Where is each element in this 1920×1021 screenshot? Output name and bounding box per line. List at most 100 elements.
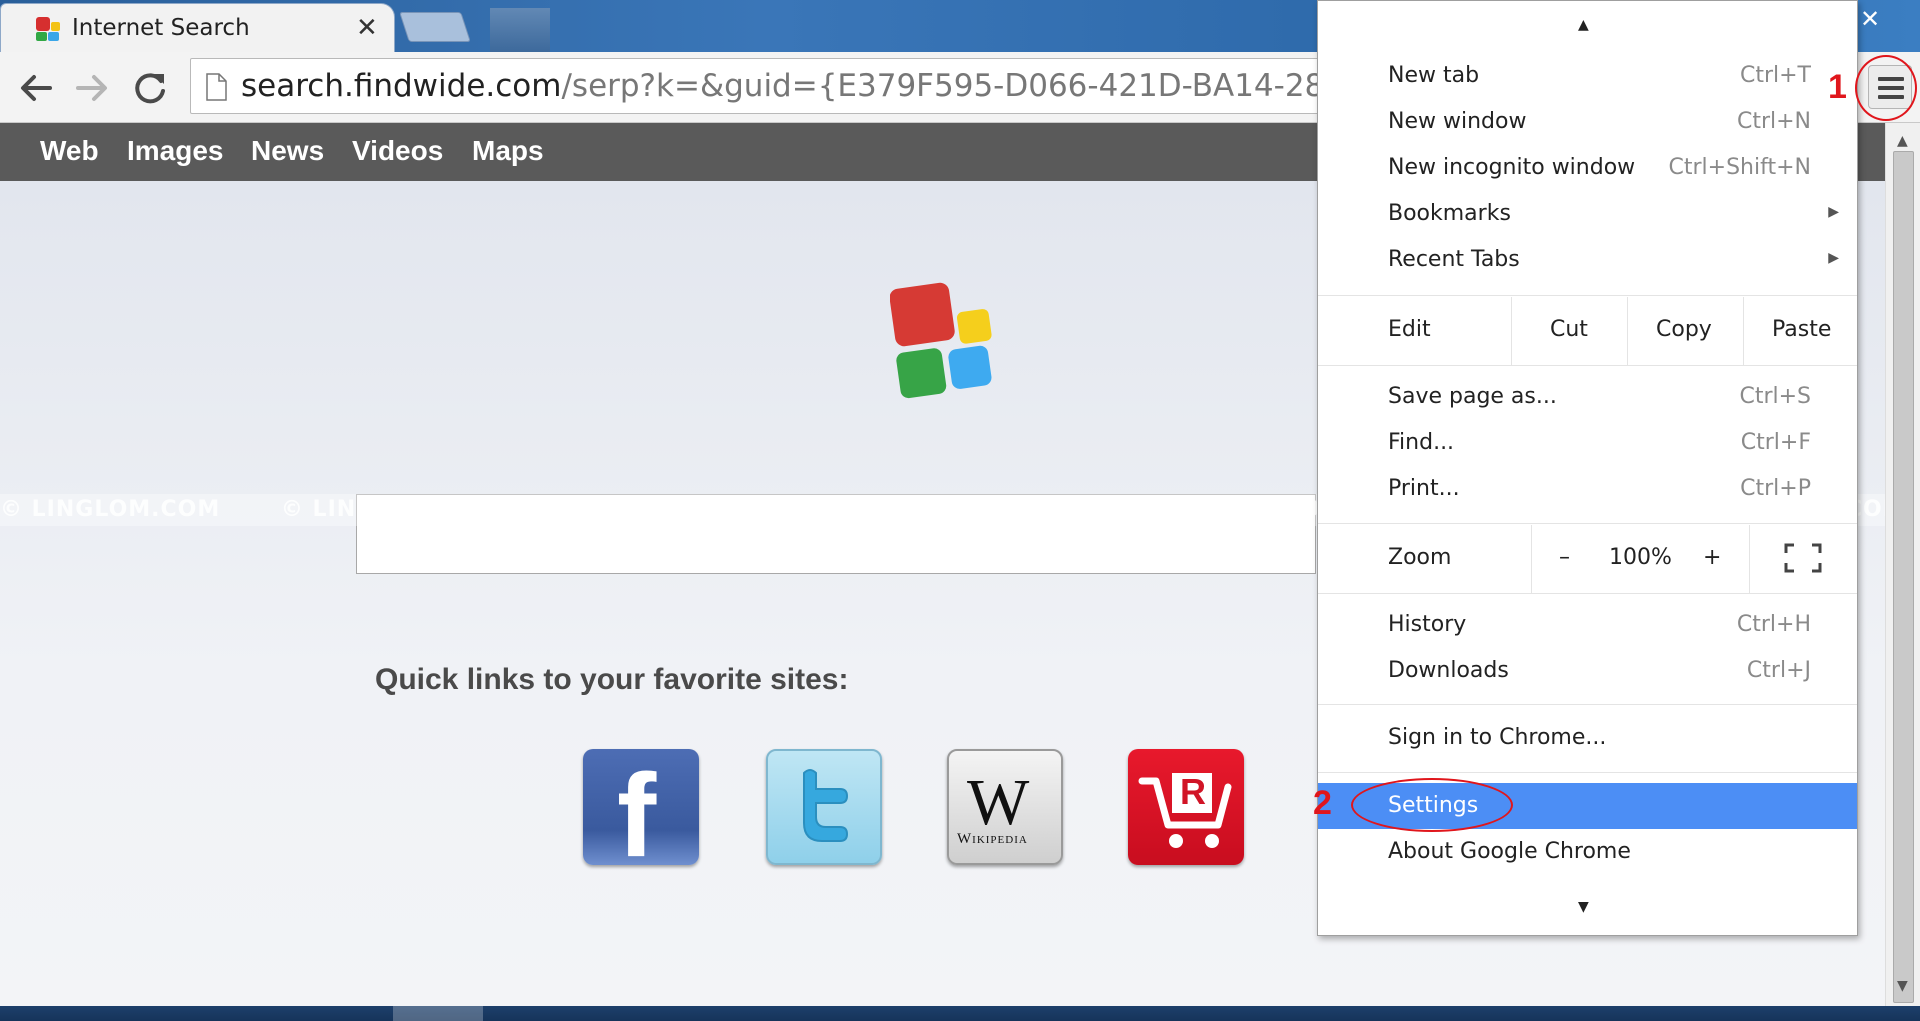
menu-cell-divider [1749, 525, 1750, 593]
taskbar [0, 1006, 1920, 1021]
site-logo [890, 282, 992, 399]
twitter-icon [803, 769, 849, 842]
submenu-arrow-icon: ▶ [1828, 250, 1839, 266]
menu-label: New window [1388, 109, 1527, 134]
forward-icon[interactable] [70, 66, 114, 110]
scroll-thumb[interactable] [1893, 151, 1914, 1003]
scroll-up-icon[interactable]: ▲ [1897, 133, 1908, 149]
facebook-link[interactable]: f [583, 749, 699, 865]
menu-shortcut: Ctrl+T [1739, 63, 1811, 88]
menu-separator [1318, 523, 1857, 524]
menu-separator [1318, 593, 1857, 594]
menu-cell-divider [1531, 525, 1532, 593]
wikipedia-caption: Wikipedia [957, 831, 1028, 847]
zoom-out-button[interactable]: – [1559, 545, 1570, 570]
annotation-step-1: 1 [1828, 68, 1847, 106]
url-text: search.findwide.com/serp?k=&guid={E379F5… [241, 68, 1445, 104]
twitter-link[interactable] [766, 749, 882, 865]
menu-cell-divider [1743, 297, 1744, 365]
facebook-icon: f [617, 750, 657, 865]
menu-new-incognito[interactable]: New incognito window Ctrl+Shift+N [1318, 145, 1857, 191]
menu-shortcut: Ctrl+J [1746, 658, 1811, 683]
nav-maps[interactable]: Maps [472, 135, 544, 167]
annotation-step-2: 2 [1313, 784, 1332, 822]
menu-scroll-up-icon[interactable]: ▲ [1578, 17, 1589, 33]
watermark-text: © LINGLOM.COM [842, 497, 1063, 522]
page-icon [206, 73, 227, 101]
menu-shortcut: Ctrl+H [1736, 612, 1811, 637]
tab-close-icon[interactable]: ✕ [356, 13, 378, 43]
watermark-text: © LINGLOM.COM [0, 497, 221, 522]
quick-links-title: Quick links to your favorite sites: [375, 663, 849, 696]
menu-shortcut: Ctrl+Shift+N [1668, 155, 1811, 180]
menu-print[interactable]: Print... Ctrl+P [1318, 466, 1857, 512]
back-icon[interactable] [14, 66, 58, 110]
shopping-link[interactable]: R [1128, 749, 1244, 865]
menu-label: Bookmarks [1388, 201, 1511, 226]
menu-separator [1318, 365, 1857, 366]
menu-label: Downloads [1388, 658, 1509, 683]
scroll-down-icon[interactable]: ▼ [1897, 978, 1908, 994]
menu-cell-divider [1511, 297, 1512, 365]
menu-about-chrome[interactable]: About Google Chrome [1318, 829, 1857, 875]
copy-button[interactable]: Copy [1656, 317, 1712, 342]
menu-label: Sign in to Chrome... [1388, 725, 1607, 750]
menu-edit-label: Edit [1388, 317, 1431, 342]
menu-scroll-down-icon[interactable]: ▼ [1578, 899, 1589, 915]
menu-downloads[interactable]: Downloads Ctrl+J [1318, 648, 1857, 694]
browser-tab[interactable]: Internet Search ✕ [0, 3, 395, 52]
menu-sign-in[interactable]: Sign in to Chrome... [1318, 715, 1857, 761]
menu-history[interactable]: History Ctrl+H [1318, 602, 1857, 648]
nav-videos[interactable]: Videos [352, 135, 443, 167]
tab-title: Internet Search [72, 15, 250, 41]
shop-logo-letter: R [1180, 771, 1206, 812]
page-scrollbar[interactable]: ▲ ▼ [1885, 123, 1920, 1006]
watermark-text: © LINGLOM.COM [280, 497, 502, 522]
address-bar[interactable]: search.findwide.com/serp?k=&guid={E379F5… [190, 58, 1445, 114]
menu-label: History [1388, 612, 1467, 637]
new-tab-button[interactable] [399, 12, 471, 42]
menu-shortcut: Ctrl+F [1740, 430, 1811, 455]
menu-label: New incognito window [1388, 155, 1636, 180]
menu-zoom-row: Zoom – 100% + [1318, 525, 1857, 593]
menu-separator [1318, 772, 1857, 773]
taskbar-chrome-item[interactable] [393, 1006, 483, 1021]
wikipedia-link[interactable]: W Wikipedia [947, 749, 1063, 865]
menu-cell-divider [1627, 297, 1628, 365]
nav-news[interactable]: News [251, 135, 324, 167]
menu-save-page[interactable]: Save page as... Ctrl+S [1318, 374, 1857, 420]
menu-new-tab[interactable]: New tab Ctrl+T [1318, 53, 1857, 99]
annotation-circle-settings [1351, 778, 1513, 832]
watermark-text: © LINGLOM.COM [561, 497, 783, 522]
fullscreen-icon[interactable] [1784, 543, 1822, 573]
menu-edit-row: Edit Cut Copy Paste [1318, 297, 1857, 365]
menu-new-window[interactable]: New window Ctrl+N [1318, 99, 1857, 145]
menu-bookmarks[interactable]: Bookmarks ▶ [1318, 191, 1857, 237]
menu-label: Find... [1388, 430, 1455, 455]
menu-find[interactable]: Find... Ctrl+F [1318, 420, 1857, 466]
menu-label: New tab [1388, 63, 1480, 88]
menu-separator [1318, 704, 1857, 705]
cut-button[interactable]: Cut [1550, 317, 1588, 342]
reload-icon[interactable] [128, 66, 172, 110]
menu-shortcut: Ctrl+N [1736, 109, 1811, 134]
menu-label: Save page as... [1388, 384, 1557, 409]
url-path: /serp?k=&guid={E379F595-D066-421D-BA14-2… [561, 68, 1445, 104]
nav-web[interactable]: Web [40, 135, 99, 167]
menu-label: Recent Tabs [1388, 247, 1520, 272]
wikipedia-icon: W [967, 766, 1030, 839]
zoom-level: 100% [1609, 545, 1672, 570]
menu-shortcut: Ctrl+S [1739, 384, 1811, 409]
menu-label: About Google Chrome [1388, 839, 1631, 864]
watermark-text: © LINGLOM.COM [1123, 497, 1344, 522]
zoom-in-button[interactable]: + [1703, 545, 1721, 570]
menu-separator [1318, 295, 1857, 296]
menu-recent-tabs[interactable]: Recent Tabs ▶ [1318, 237, 1857, 283]
menu-zoom-label: Zoom [1388, 545, 1452, 570]
desktop-background [490, 8, 550, 52]
favicon-icon [36, 17, 60, 41]
annotation-circle-menu [1855, 55, 1917, 121]
paste-button[interactable]: Paste [1772, 317, 1831, 342]
nav-images[interactable]: Images [127, 135, 224, 167]
menu-label: Print... [1388, 476, 1460, 501]
